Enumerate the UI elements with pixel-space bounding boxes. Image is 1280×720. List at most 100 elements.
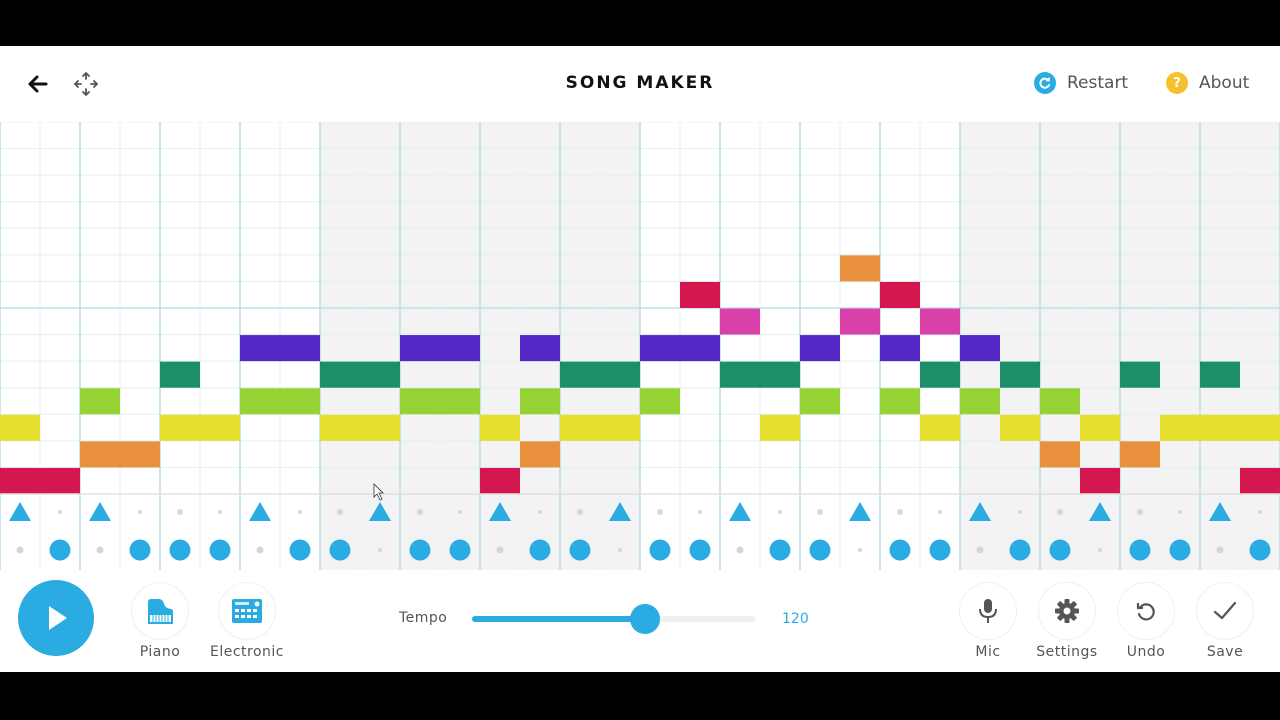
melody-note[interactable] xyxy=(880,388,920,415)
melody-note[interactable] xyxy=(840,255,880,282)
melody-note[interactable] xyxy=(1200,414,1240,441)
melody-note[interactable] xyxy=(320,361,360,388)
melody-note[interactable] xyxy=(880,281,920,308)
percussion-circle[interactable] xyxy=(449,539,471,561)
about-button[interactable]: ? About xyxy=(1166,72,1249,94)
melody-note[interactable] xyxy=(960,335,1000,362)
empty-slot-dot[interactable] xyxy=(256,546,264,554)
melody-note[interactable] xyxy=(1120,361,1160,388)
melody-note[interactable] xyxy=(760,414,800,441)
melody-note[interactable] xyxy=(840,308,880,335)
melody-note[interactable] xyxy=(480,414,520,441)
empty-slot-dot[interactable] xyxy=(817,509,823,515)
percussion-circle[interactable] xyxy=(809,539,831,561)
instrument-electronic-button[interactable]: Electronic xyxy=(210,582,284,660)
empty-slot-dot[interactable] xyxy=(1057,509,1063,515)
percussion-triangle[interactable] xyxy=(89,502,111,521)
melody-note[interactable] xyxy=(240,388,280,415)
empty-slot-dot[interactable] xyxy=(1137,509,1143,515)
melody-note[interactable] xyxy=(1120,441,1160,468)
melody-note[interactable] xyxy=(1040,388,1080,415)
empty-slot-dot[interactable] xyxy=(378,548,382,552)
melody-note[interactable] xyxy=(800,335,840,362)
empty-slot-dot[interactable] xyxy=(778,510,782,514)
percussion-circle[interactable] xyxy=(649,539,671,561)
melody-note[interactable] xyxy=(400,335,440,362)
melody-note[interactable] xyxy=(80,388,120,415)
empty-slot-dot[interactable] xyxy=(96,546,104,554)
empty-slot-dot[interactable] xyxy=(1098,548,1102,552)
melody-note[interactable] xyxy=(920,361,960,388)
melody-note[interactable] xyxy=(160,361,200,388)
melody-note[interactable] xyxy=(520,388,560,415)
mic-button[interactable]: Mic xyxy=(958,582,1018,660)
melody-note[interactable] xyxy=(1200,361,1240,388)
melody-note[interactable] xyxy=(800,388,840,415)
empty-slot-dot[interactable] xyxy=(177,509,183,515)
percussion-circle[interactable] xyxy=(1129,539,1151,561)
empty-slot-dot[interactable] xyxy=(897,509,903,515)
settings-button[interactable]: Settings xyxy=(1036,582,1097,660)
melody-note[interactable] xyxy=(80,441,120,468)
percussion-circle[interactable] xyxy=(1169,539,1191,561)
melody-note[interactable] xyxy=(360,361,400,388)
melody-note[interactable] xyxy=(280,335,320,362)
percussion-circle[interactable] xyxy=(529,539,551,561)
melody-note[interactable] xyxy=(1080,414,1120,441)
empty-slot-dot[interactable] xyxy=(938,510,942,514)
empty-slot-dot[interactable] xyxy=(337,509,343,515)
melody-note[interactable] xyxy=(40,467,80,494)
empty-slot-dot[interactable] xyxy=(458,510,462,514)
empty-slot-dot[interactable] xyxy=(58,510,62,514)
empty-slot-dot[interactable] xyxy=(218,510,222,514)
melody-note[interactable] xyxy=(1240,467,1280,494)
percussion-circle[interactable] xyxy=(689,539,711,561)
melody-note[interactable] xyxy=(320,414,360,441)
empty-slot-dot[interactable] xyxy=(976,546,984,554)
melody-note[interactable] xyxy=(960,388,1000,415)
empty-slot-dot[interactable] xyxy=(538,510,542,514)
percussion-circle[interactable] xyxy=(929,539,951,561)
percussion-circle[interactable] xyxy=(1249,539,1271,561)
restart-button[interactable]: Restart xyxy=(1034,72,1128,94)
empty-slot-dot[interactable] xyxy=(698,510,702,514)
percussion-triangle[interactable] xyxy=(729,502,751,521)
melody-note[interactable] xyxy=(520,335,560,362)
melody-note[interactable] xyxy=(920,308,960,335)
melody-note[interactable] xyxy=(600,361,640,388)
melody-note[interactable] xyxy=(1160,414,1200,441)
melody-note[interactable] xyxy=(560,361,600,388)
melody-note[interactable] xyxy=(240,335,280,362)
melody-note[interactable] xyxy=(640,335,680,362)
percussion-circle[interactable] xyxy=(1049,539,1071,561)
melody-note[interactable] xyxy=(760,361,800,388)
melody-note[interactable] xyxy=(520,441,560,468)
melody-note[interactable] xyxy=(880,335,920,362)
instrument-piano-button[interactable]: Piano xyxy=(130,582,190,660)
melody-note[interactable] xyxy=(720,361,760,388)
melody-note[interactable] xyxy=(360,414,400,441)
melody-note[interactable] xyxy=(720,308,760,335)
undo-button[interactable]: Undo xyxy=(1116,582,1176,660)
percussion-triangle[interactable] xyxy=(849,502,871,521)
percussion-triangle[interactable] xyxy=(249,502,271,521)
empty-slot-dot[interactable] xyxy=(298,510,302,514)
empty-slot-dot[interactable] xyxy=(138,510,142,514)
note-grid[interactable] xyxy=(0,122,1280,570)
melody-note[interactable] xyxy=(280,388,320,415)
empty-slot-dot[interactable] xyxy=(1178,510,1182,514)
melody-note[interactable] xyxy=(1000,414,1040,441)
empty-slot-dot[interactable] xyxy=(16,546,24,554)
melody-note[interactable] xyxy=(1080,467,1120,494)
play-button[interactable] xyxy=(18,580,94,656)
melody-note[interactable] xyxy=(440,388,480,415)
percussion-circle[interactable] xyxy=(769,539,791,561)
melody-note[interactable] xyxy=(1240,414,1280,441)
percussion-circle[interactable] xyxy=(169,539,191,561)
percussion-triangle[interactable] xyxy=(9,502,31,521)
percussion-circle[interactable] xyxy=(409,539,431,561)
melody-note[interactable] xyxy=(0,467,40,494)
percussion-circle[interactable] xyxy=(129,539,151,561)
melody-note[interactable] xyxy=(1040,441,1080,468)
save-button[interactable]: Save xyxy=(1195,582,1255,660)
